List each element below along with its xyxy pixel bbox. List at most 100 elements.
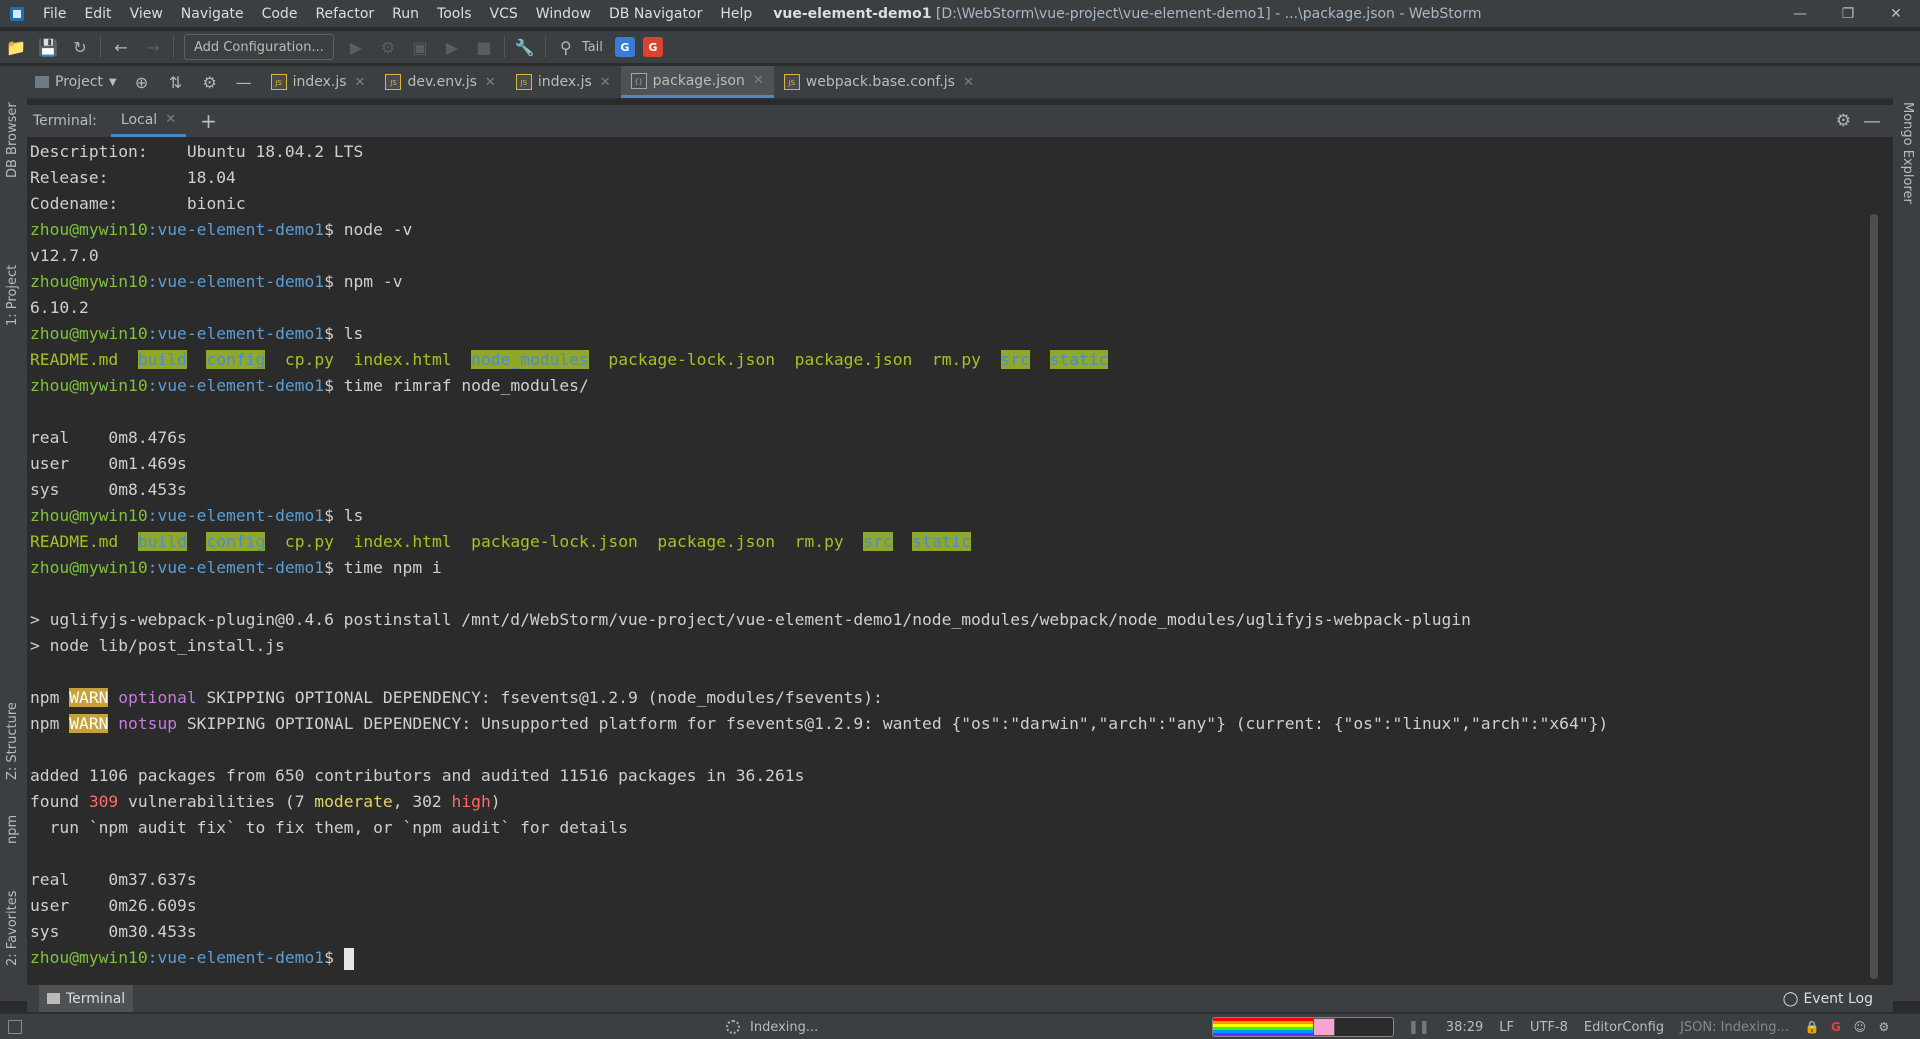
pause-icon[interactable]: ❚❚	[1408, 1020, 1430, 1035]
close-icon[interactable]: ✕	[485, 75, 496, 90]
google-icon[interactable]: G	[1829, 1020, 1843, 1034]
db-browser-tab[interactable]: DB Browser	[5, 102, 20, 178]
menu-file[interactable]: File	[34, 6, 75, 22]
settings-icon[interactable]: ⚙	[1877, 1020, 1891, 1034]
window-title-path: [D:\WebStorm\vue-project\vue-element-dem…	[935, 5, 1482, 22]
close-icon[interactable]: ✕	[963, 75, 974, 90]
prompt-command: time npm i	[343, 558, 442, 577]
menu-db-navigator[interactable]: DB Navigator	[600, 6, 711, 22]
add-configuration-button[interactable]: Add Configuration...	[184, 34, 334, 60]
indexing-status[interactable]: Indexing...	[726, 1020, 818, 1035]
coverage-icon[interactable]: ▣	[409, 36, 431, 58]
hide-panel-icon[interactable]: —	[233, 71, 255, 93]
terminal-line: 6.10.2	[30, 298, 89, 317]
minimize-icon[interactable]: —	[1776, 0, 1824, 27]
warn-kind: notsup	[118, 714, 178, 733]
tail-button[interactable]: Tail	[582, 40, 603, 55]
terminal-line: Release: 18.04	[30, 168, 236, 187]
terminal-line: run `npm audit fix` to fix them, or `npm…	[30, 818, 628, 837]
high-label: high	[451, 792, 491, 811]
menu-refactor[interactable]: Refactor	[306, 6, 383, 22]
bottom-tool-bar: Terminal ◯ Event Log	[27, 985, 1893, 1012]
ls-dir: node_modules	[471, 350, 589, 369]
close-icon[interactable]: ✕	[165, 112, 176, 127]
terminal-prompt-line: zhou@mywin10:vue-element-demo1$ time npm…	[27, 555, 1880, 581]
sync-icon[interactable]: ↻	[69, 36, 91, 58]
menu-help[interactable]: Help	[711, 6, 761, 22]
close-icon[interactable]: ✕	[600, 75, 611, 90]
editor-tab-index-js-2[interactable]: JS index.js ✕	[506, 66, 621, 98]
terminal-prompt-line: zhou@mywin10:vue-element-demo1$ npm -v	[27, 269, 1880, 295]
editor-tab-package-json[interactable]: {} package.json ✕	[620, 66, 774, 98]
menu-navigate[interactable]: Navigate	[172, 6, 253, 22]
close-icon[interactable]: ✕	[1872, 0, 1920, 27]
ls-dir: static	[1049, 350, 1109, 369]
wrench-icon[interactable]: 🔧	[514, 36, 536, 58]
run-icon[interactable]: ▶	[345, 36, 367, 58]
terminal-tool-button[interactable]: Terminal	[39, 985, 134, 1012]
status-bar: Indexing... ❚❚ 38:29 LF UTF-8 EditorConf…	[0, 1013, 1920, 1039]
editor-tab-label: index.js	[292, 74, 347, 90]
debug-icon[interactable]: ⚙	[377, 36, 399, 58]
search-icon[interactable]: ⚲	[555, 36, 577, 58]
project-view-selector[interactable]: Project ▼	[27, 74, 125, 90]
translate-icon[interactable]: G	[614, 37, 635, 57]
scrollbar-thumb[interactable]	[1870, 214, 1878, 979]
lock-icon[interactable]: 🔒	[1804, 1020, 1819, 1034]
warn-message: SKIPPING OPTIONAL DEPENDENCY: Unsupporte…	[177, 714, 1609, 733]
restore-icon[interactable]: ❐	[1824, 0, 1872, 27]
new-terminal-plus-icon[interactable]: +	[200, 109, 217, 133]
terminal-output[interactable]: Description: Ubuntu 18.04.2 LTS Release:…	[27, 139, 1880, 982]
editor-tab-label: webpack.base.conf.js	[805, 74, 955, 90]
menu-run[interactable]: Run	[383, 6, 428, 22]
menu-edit[interactable]: Edit	[75, 6, 120, 22]
editor-tab-webpack-base-conf-js[interactable]: JS webpack.base.conf.js ✕	[774, 66, 984, 98]
forward-arrow-icon[interactable]: →	[142, 36, 164, 58]
back-arrow-icon[interactable]: ←	[110, 36, 132, 58]
project-tool-tab[interactable]: 1: Project	[5, 265, 20, 326]
menu-code[interactable]: Code	[253, 6, 307, 22]
ls-file: index.html	[353, 350, 452, 369]
inspector-icon[interactable]: ☺	[1853, 1020, 1867, 1034]
favorites-tool-tab[interactable]: 2: Favorites	[5, 890, 20, 966]
line-separator[interactable]: LF	[1499, 1020, 1514, 1035]
close-icon[interactable]: ✕	[355, 75, 366, 90]
gear-icon[interactable]: ⚙	[1836, 111, 1851, 131]
structure-tool-tab[interactable]: Z: Structure	[5, 702, 20, 780]
webstorm-logo-icon	[10, 6, 24, 21]
toggle-tool-windows-icon[interactable]	[8, 1020, 22, 1034]
ls-output-line-2: README.md build config cp.py index.html …	[27, 529, 1880, 555]
caret-position[interactable]: 38:29	[1446, 1020, 1483, 1035]
open-folder-icon[interactable]: 📁	[5, 36, 27, 58]
gear-icon[interactable]: ⚙	[199, 71, 221, 93]
menu-view[interactable]: View	[121, 6, 172, 22]
save-icon[interactable]: 💾	[37, 36, 59, 58]
project-selector-label: Project	[55, 74, 103, 90]
terminal-tab-local[interactable]: Local ✕	[110, 105, 187, 137]
translate-alt-icon[interactable]: G	[642, 37, 663, 57]
stop-icon[interactable]: ■	[473, 36, 495, 58]
editor-tab-index-js[interactable]: JS index.js ✕	[261, 66, 376, 98]
profile-run-icon[interactable]: ▶	[441, 36, 463, 58]
menu-vcs[interactable]: VCS	[481, 6, 527, 22]
prompt-path: :vue-element-demo1	[147, 324, 325, 343]
mongo-explorer-tab[interactable]: Mongo Explorer	[1900, 102, 1915, 204]
editor-config[interactable]: EditorConfig	[1584, 1020, 1664, 1035]
hide-panel-icon[interactable]: —	[1863, 111, 1881, 132]
collapse-all-icon[interactable]: ⇅	[165, 71, 187, 93]
json-schema-status[interactable]: JSON: Indexing...	[1680, 1020, 1789, 1035]
moderate-label: moderate	[314, 792, 393, 811]
npm-tool-tab[interactable]: npm	[5, 815, 20, 844]
close-icon[interactable]: ✕	[753, 73, 764, 88]
terminal-cursor[interactable]	[343, 947, 354, 970]
event-log-button[interactable]: ◯ Event Log	[1783, 991, 1873, 1007]
terminal-line: v12.7.0	[30, 246, 99, 265]
editor-tab-dev-env-js[interactable]: JS dev.env.js ✕	[375, 66, 505, 98]
prompt-user: zhou@mywin10	[30, 948, 148, 967]
menu-tools[interactable]: Tools	[428, 6, 481, 22]
locate-target-icon[interactable]: ⊕	[131, 71, 153, 93]
file-encoding[interactable]: UTF-8	[1530, 1020, 1568, 1035]
terminal-scrollbar[interactable]	[1868, 139, 1880, 982]
menu-window[interactable]: Window	[527, 6, 600, 22]
